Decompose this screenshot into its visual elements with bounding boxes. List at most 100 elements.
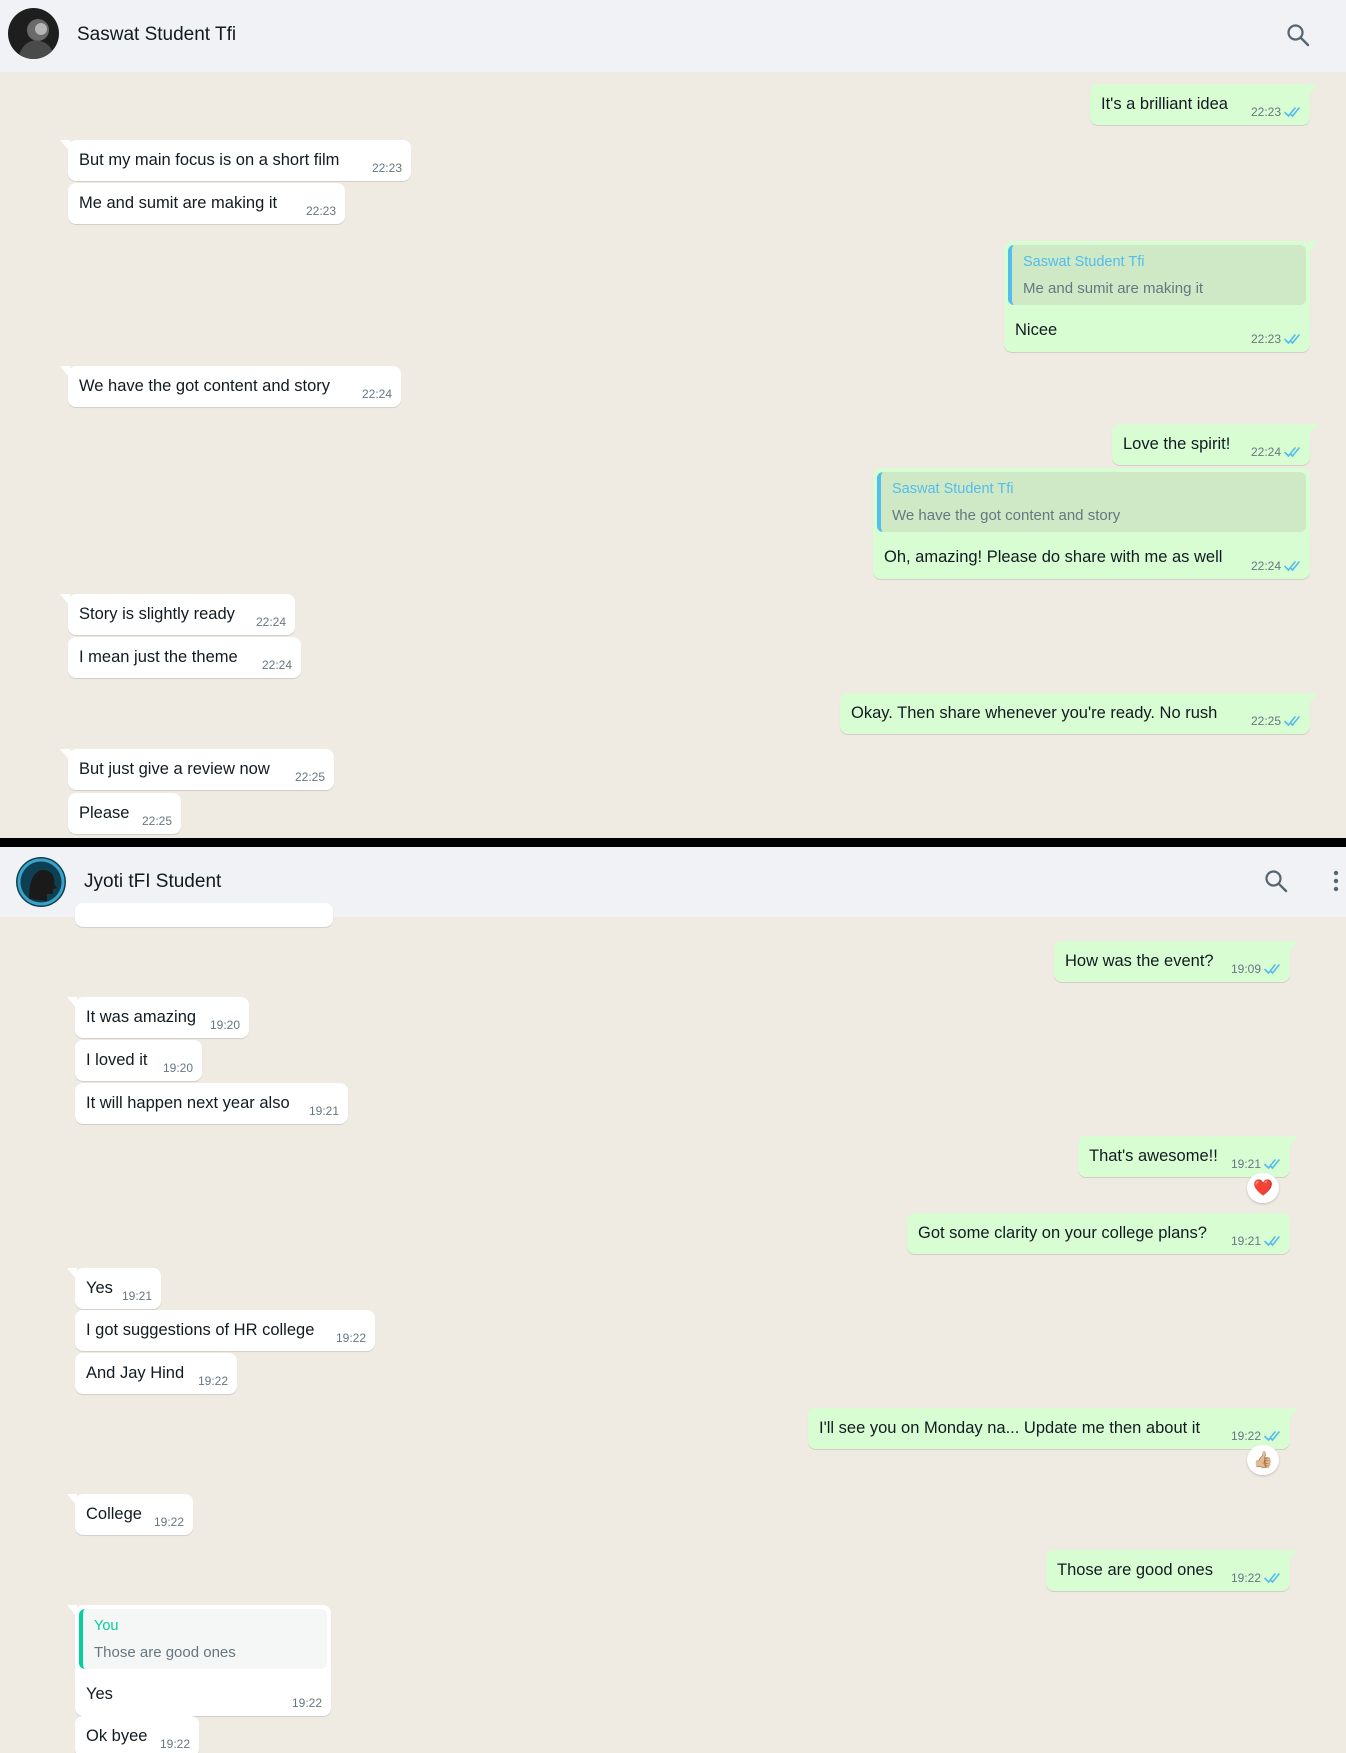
outgoing-message[interactable]: Love the spirit! 22:24 xyxy=(1112,424,1318,465)
double-check-icon xyxy=(1284,446,1302,458)
search-icon[interactable] xyxy=(1264,869,1288,898)
incoming-message-partial xyxy=(75,903,333,927)
quoted-sender: Saswat Student Tfi xyxy=(892,481,1014,497)
double-check-icon xyxy=(1264,1158,1282,1170)
contact-name[interactable]: Jyoti tFI Student xyxy=(84,871,221,893)
message-text: Got some clarity on your college plans? xyxy=(918,1224,1207,1242)
message-text: Story is slightly ready xyxy=(79,605,235,623)
reaction-thumbs-up[interactable]: 👍🏼 xyxy=(1247,1445,1279,1475)
incoming-message[interactable]: I got suggestions of HR college 19:22 xyxy=(75,1310,375,1351)
outgoing-message[interactable]: It's a brilliant idea 22:23 xyxy=(1090,84,1318,125)
incoming-message[interactable]: We have the got content and story 22:24 xyxy=(60,366,401,407)
message-time: 22:24 xyxy=(255,615,286,629)
message-text: Nicee xyxy=(1015,321,1058,339)
outgoing-message[interactable]: Those are good ones 19:22 xyxy=(1046,1550,1298,1591)
message-text: It's a brilliant idea xyxy=(1101,95,1228,113)
incoming-message[interactable]: I mean just the theme 22:24 xyxy=(68,637,301,678)
message-text: It will happen next year also xyxy=(86,1094,290,1112)
outgoing-message[interactable]: That's awesome!! 19:21 xyxy=(1078,1136,1298,1177)
incoming-message[interactable]: Story is slightly ready 22:24 xyxy=(60,594,295,635)
quoted-text: Me and sumit are making it xyxy=(1023,280,1204,297)
message-time: 19:22 xyxy=(1230,1429,1261,1443)
message-text: We have the got content and story xyxy=(79,377,331,395)
incoming-message[interactable]: It will happen next year also 19:21 xyxy=(75,1083,348,1124)
incoming-message[interactable]: I loved it 19:20 xyxy=(75,1040,202,1081)
incoming-message[interactable]: Me and sumit are making it 22:23 xyxy=(68,183,345,224)
message-text: It was amazing xyxy=(86,1008,197,1026)
quoted-message[interactable]: You Those are good ones xyxy=(79,1609,327,1669)
avatar[interactable] xyxy=(16,857,66,907)
message-time: 19:22 xyxy=(1230,1571,1261,1585)
message-text: Love the spirit! xyxy=(1123,435,1231,453)
message-time: 19:09 xyxy=(1230,962,1261,976)
message-time: 22:23 xyxy=(1250,332,1281,346)
message-time: 19:22 xyxy=(159,1737,190,1751)
quoted-text: We have the got content and story xyxy=(892,507,1121,524)
message-text: Yes xyxy=(86,1279,113,1297)
search-icon[interactable] xyxy=(1286,23,1310,52)
chat-window-saswat: Saswat Student Tfi It's a brilliant idea… xyxy=(0,0,1346,838)
outgoing-reply-message[interactable]: Saswat Student Tfi We have the got conte… xyxy=(873,468,1310,579)
outgoing-message[interactable]: Okay. Then share whenever you're ready. … xyxy=(840,693,1318,734)
message-text: I loved it xyxy=(86,1051,148,1069)
message-text: Those are good ones xyxy=(1057,1561,1213,1579)
message-text: Oh, amazing! Please do share with me as … xyxy=(884,548,1223,566)
reaction-heart[interactable]: ❤️ xyxy=(1247,1173,1279,1203)
message-text: College xyxy=(86,1505,142,1523)
chat-window-jyoti: Jyoti tFI Student How was the event? 19:… xyxy=(0,847,1346,1753)
message-text: Ok byee xyxy=(86,1727,148,1745)
message-text: How was the event? xyxy=(1065,952,1214,970)
incoming-message[interactable]: It was amazing 19:20 xyxy=(67,997,249,1038)
incoming-message[interactable]: But just give a review now 22:25 xyxy=(60,749,334,790)
message-text: But just give a review now xyxy=(79,760,270,778)
incoming-message[interactable]: College 19:22 xyxy=(67,1494,193,1535)
message-time: 22:24 xyxy=(1250,559,1281,573)
message-time: 19:22 xyxy=(335,1331,366,1345)
message-text: Me and sumit are making it xyxy=(79,194,278,212)
double-check-icon xyxy=(1284,560,1302,572)
quoted-message[interactable]: Saswat Student Tfi Me and sumit are maki… xyxy=(1008,245,1306,305)
message-time: 22:24 xyxy=(1250,445,1281,459)
message-text: And Jay Hind xyxy=(86,1364,185,1382)
chat-header: Saswat Student Tfi xyxy=(0,0,1346,72)
message-time: 19:22 xyxy=(153,1515,184,1529)
double-check-icon xyxy=(1264,1572,1282,1584)
message-time: 19:21 xyxy=(1230,1234,1261,1248)
outgoing-message[interactable]: Got some clarity on your college plans? … xyxy=(907,1213,1290,1254)
incoming-reply-message[interactable]: You Those are good ones Yes 19:22 xyxy=(67,1605,331,1716)
message-time: 19:22 xyxy=(291,1696,322,1710)
incoming-message[interactable]: Ok byee 19:22 xyxy=(75,1716,199,1753)
message-time: 19:20 xyxy=(162,1061,193,1075)
incoming-message[interactable]: But my main focus is on a short film 22:… xyxy=(60,140,411,181)
message-text: Okay. Then share whenever you're ready. … xyxy=(851,704,1218,722)
message-text: Please xyxy=(79,804,130,822)
outgoing-message[interactable]: How was the event? 19:09 xyxy=(1054,941,1298,982)
message-text: I mean just the theme xyxy=(79,648,238,666)
message-text: Yes xyxy=(86,1685,113,1703)
message-time: 22:25 xyxy=(1250,714,1281,728)
incoming-message[interactable]: Please 22:25 xyxy=(68,793,181,834)
message-time: 22:25 xyxy=(141,814,172,828)
incoming-message[interactable]: And Jay Hind 19:22 xyxy=(75,1353,237,1394)
incoming-message[interactable]: Yes 19:21 xyxy=(67,1268,161,1309)
quoted-sender: You xyxy=(94,1618,119,1634)
message-time: 19:21 xyxy=(308,1104,339,1118)
message-time: 22:23 xyxy=(371,161,402,175)
double-check-icon xyxy=(1264,1235,1282,1247)
message-time: 22:23 xyxy=(1250,105,1281,119)
contact-name[interactable]: Saswat Student Tfi xyxy=(77,24,236,46)
quoted-message[interactable]: Saswat Student Tfi We have the got conte… xyxy=(877,472,1306,532)
screenshot-divider xyxy=(0,838,1346,847)
message-text: I got suggestions of HR college xyxy=(86,1321,315,1339)
quoted-sender: Saswat Student Tfi xyxy=(1023,254,1145,270)
double-check-icon xyxy=(1284,106,1302,118)
double-check-icon xyxy=(1264,1430,1282,1442)
outgoing-message[interactable]: I'll see you on Monday na... Update me t… xyxy=(808,1408,1298,1449)
avatar[interactable] xyxy=(8,8,59,59)
message-time: 19:20 xyxy=(209,1018,240,1032)
message-time: 19:22 xyxy=(197,1374,228,1388)
double-check-icon xyxy=(1284,715,1302,727)
double-check-icon xyxy=(1284,333,1302,345)
outgoing-reply-message[interactable]: Saswat Student Tfi Me and sumit are maki… xyxy=(1004,241,1318,352)
kebab-menu-icon[interactable] xyxy=(1332,869,1340,898)
